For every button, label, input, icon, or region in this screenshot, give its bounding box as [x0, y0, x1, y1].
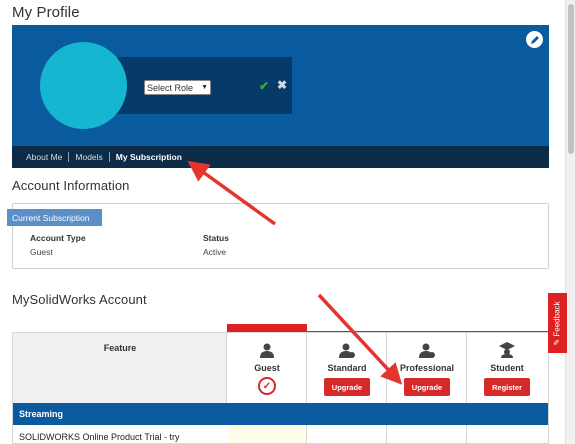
status-value: Active — [203, 247, 227, 257]
plan-standard: Standard Upgrade — [307, 333, 387, 403]
account-type-label: Account Type — [30, 233, 86, 243]
graduation-cap-icon — [499, 342, 515, 358]
mysolidworks-account-title: MySolidWorks Account — [12, 292, 147, 307]
feedback-label: Feedback — [553, 300, 563, 337]
plan-student: Student Register — [467, 333, 547, 403]
account-information-title: Account Information — [12, 178, 130, 193]
avatar[interactable] — [40, 42, 127, 129]
edit-profile-button[interactable] — [526, 31, 543, 48]
tab-about-me[interactable]: About Me — [20, 152, 70, 162]
role-select[interactable]: Select Role ▼ — [144, 80, 211, 95]
profile-banner: Select Role ▼ ✔ ✖ About Me Models My Sub… — [12, 25, 549, 168]
pencil-icon — [530, 35, 539, 44]
plan-name: Standard — [327, 363, 367, 373]
plan-name: Professional — [399, 363, 455, 373]
user-star-icon — [419, 343, 435, 358]
upgrade-professional-button[interactable]: Upgrade — [404, 378, 450, 396]
current-subscription-tag: Current Subscription — [7, 209, 102, 226]
close-icon[interactable]: ✖ — [277, 78, 287, 92]
table-cell — [387, 425, 467, 443]
plan-professional: Professional Upgrade — [387, 333, 467, 403]
tab-models[interactable]: Models — [69, 152, 110, 162]
register-student-button[interactable]: Register — [484, 378, 530, 396]
page-title: My Profile — [12, 4, 80, 21]
subscription-table: Feature Guest ✓ Standard Upgrade Profess… — [12, 332, 549, 444]
plan-name: Student — [490, 363, 524, 373]
chevron-down-icon: ▼ — [201, 84, 208, 91]
checkmark-icon[interactable]: ✔ — [259, 79, 269, 93]
plan-name: Guest — [254, 363, 280, 373]
tab-my-subscription[interactable]: My Subscription — [110, 152, 188, 162]
feedback-edit-icon: ✎ — [553, 338, 563, 346]
table-cell — [307, 425, 387, 443]
plan-guest: Guest ✓ — [227, 333, 307, 403]
user-check-icon — [339, 343, 355, 358]
page-scrollbar[interactable] — [565, 0, 575, 444]
user-icon — [260, 343, 274, 358]
scrollbar-thumb[interactable] — [568, 4, 574, 154]
feedback-tab[interactable]: ✎ Feedback — [548, 293, 567, 353]
current-plan-highlight — [227, 324, 307, 332]
role-select-value: Select Role — [147, 82, 194, 93]
feature-header: Feature — [13, 333, 227, 403]
table-cell — [227, 425, 307, 443]
account-type-value: Guest — [30, 247, 53, 257]
feature-header-label: Feature — [103, 343, 137, 353]
section-streaming: Streaming — [13, 403, 548, 425]
profile-tabs: About Me Models My Subscription — [12, 146, 549, 168]
upgrade-standard-button[interactable]: Upgrade — [324, 378, 370, 396]
table-row-feature: SOLIDWORKS Online Product Trial - try — [19, 432, 180, 442]
current-plan-check-icon: ✓ — [258, 377, 276, 395]
status-label: Status — [203, 233, 229, 243]
